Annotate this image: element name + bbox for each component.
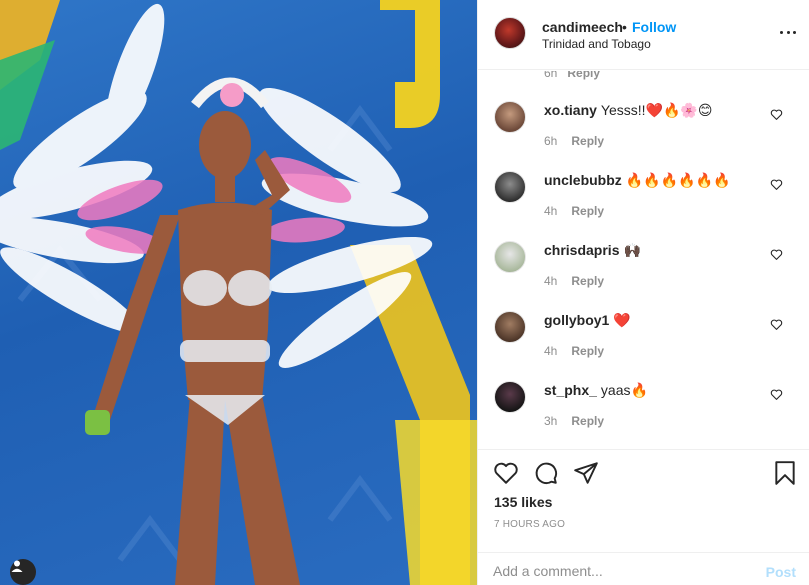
post-actions: 135 likes 7 HOURS AGO Post	[478, 449, 809, 585]
add-comment-bar: Post	[478, 552, 809, 585]
user-tag-button[interactable]	[10, 559, 36, 585]
bookmark-icon[interactable]	[772, 460, 798, 486]
user-icon	[11, 560, 23, 572]
comment-item: xo.tiany Yesss!!❤️🔥🌸😊 6h Reply	[478, 101, 809, 171]
post-location[interactable]: Trinidad and Tobago	[542, 37, 651, 51]
comment-time: 6h	[544, 71, 558, 80]
partial-comment-meta: 6h Reply	[544, 71, 600, 80]
follow-button[interactable]: Follow	[632, 19, 676, 35]
heart-icon[interactable]	[770, 178, 783, 191]
reply-button[interactable]: Reply	[571, 204, 604, 218]
reply-button[interactable]: Reply	[571, 274, 604, 288]
heart-icon[interactable]	[493, 460, 519, 486]
commenter-avatar[interactable]	[494, 171, 526, 203]
commenter-username[interactable]: xo.tiany	[544, 102, 597, 118]
comment-item: unclebubbz 🔥🔥🔥🔥🔥🔥 4h Reply	[478, 171, 809, 241]
comment-time: 3h	[544, 414, 558, 428]
comment-item: chrisdapris 🙌🏿 4h Reply	[478, 241, 809, 311]
post-comment-button[interactable]: Post	[766, 564, 796, 580]
commenter-avatar[interactable]	[494, 101, 526, 133]
author-username[interactable]: candimeech	[542, 19, 623, 35]
likes-count[interactable]: 135 likes	[494, 494, 552, 510]
heart-icon[interactable]	[770, 318, 783, 331]
heart-icon[interactable]	[770, 108, 783, 121]
carnival-costume-image	[0, 0, 477, 585]
heart-icon[interactable]	[770, 248, 783, 261]
comment-text: 🙌🏿	[623, 242, 641, 258]
comment-time: 4h	[544, 344, 558, 358]
comment-icon[interactable]	[533, 460, 559, 486]
commenter-avatar[interactable]	[494, 381, 526, 413]
reply-button[interactable]: Reply	[571, 414, 604, 428]
reply-button[interactable]: Reply	[567, 71, 600, 80]
comments-list[interactable]: 6h Reply xo.tiany Yesss!!❤️🔥🌸😊 6h Reply unc…	[478, 71, 809, 449]
comment-text: ❤️	[613, 312, 631, 328]
separator-dot: •	[622, 19, 627, 35]
commenter-username[interactable]: gollyboy1	[544, 312, 609, 328]
reply-button[interactable]: Reply	[571, 344, 604, 358]
commenter-username[interactable]: st_phx_	[544, 382, 597, 398]
commenter-username[interactable]: chrisdapris	[544, 242, 619, 258]
post-timestamp[interactable]: 7 HOURS AGO	[494, 519, 565, 530]
post-header: candimeech • Follow Trinidad and Tobago	[478, 0, 809, 70]
comment-time: 6h	[544, 134, 558, 148]
commenter-username[interactable]: unclebubbz	[544, 172, 622, 188]
commenter-avatar[interactable]	[494, 241, 526, 273]
comment-text: Yesss!!❤️🔥🌸😊	[600, 102, 713, 118]
reply-button[interactable]: Reply	[571, 134, 604, 148]
commenter-avatar[interactable]	[494, 311, 526, 343]
comment-text: yaas🔥	[600, 382, 648, 398]
post-side-panel: candimeech • Follow Trinidad and Tobago …	[477, 0, 809, 585]
comment-input[interactable]	[493, 559, 753, 583]
paper-plane-icon[interactable]	[573, 460, 599, 486]
post-photo[interactable]	[0, 0, 477, 585]
comment-time: 4h	[544, 274, 558, 288]
comment-item: st_phx_ yaas🔥 3h Reply	[478, 381, 809, 449]
comment-item: gollyboy1 ❤️ 4h Reply	[478, 311, 809, 381]
more-options-icon	[780, 30, 783, 34]
more-options-button[interactable]	[780, 24, 796, 40]
author-avatar[interactable]	[494, 17, 526, 49]
comment-text: 🔥🔥🔥🔥🔥🔥	[625, 172, 731, 188]
comment-time: 4h	[544, 204, 558, 218]
heart-icon[interactable]	[770, 388, 783, 401]
